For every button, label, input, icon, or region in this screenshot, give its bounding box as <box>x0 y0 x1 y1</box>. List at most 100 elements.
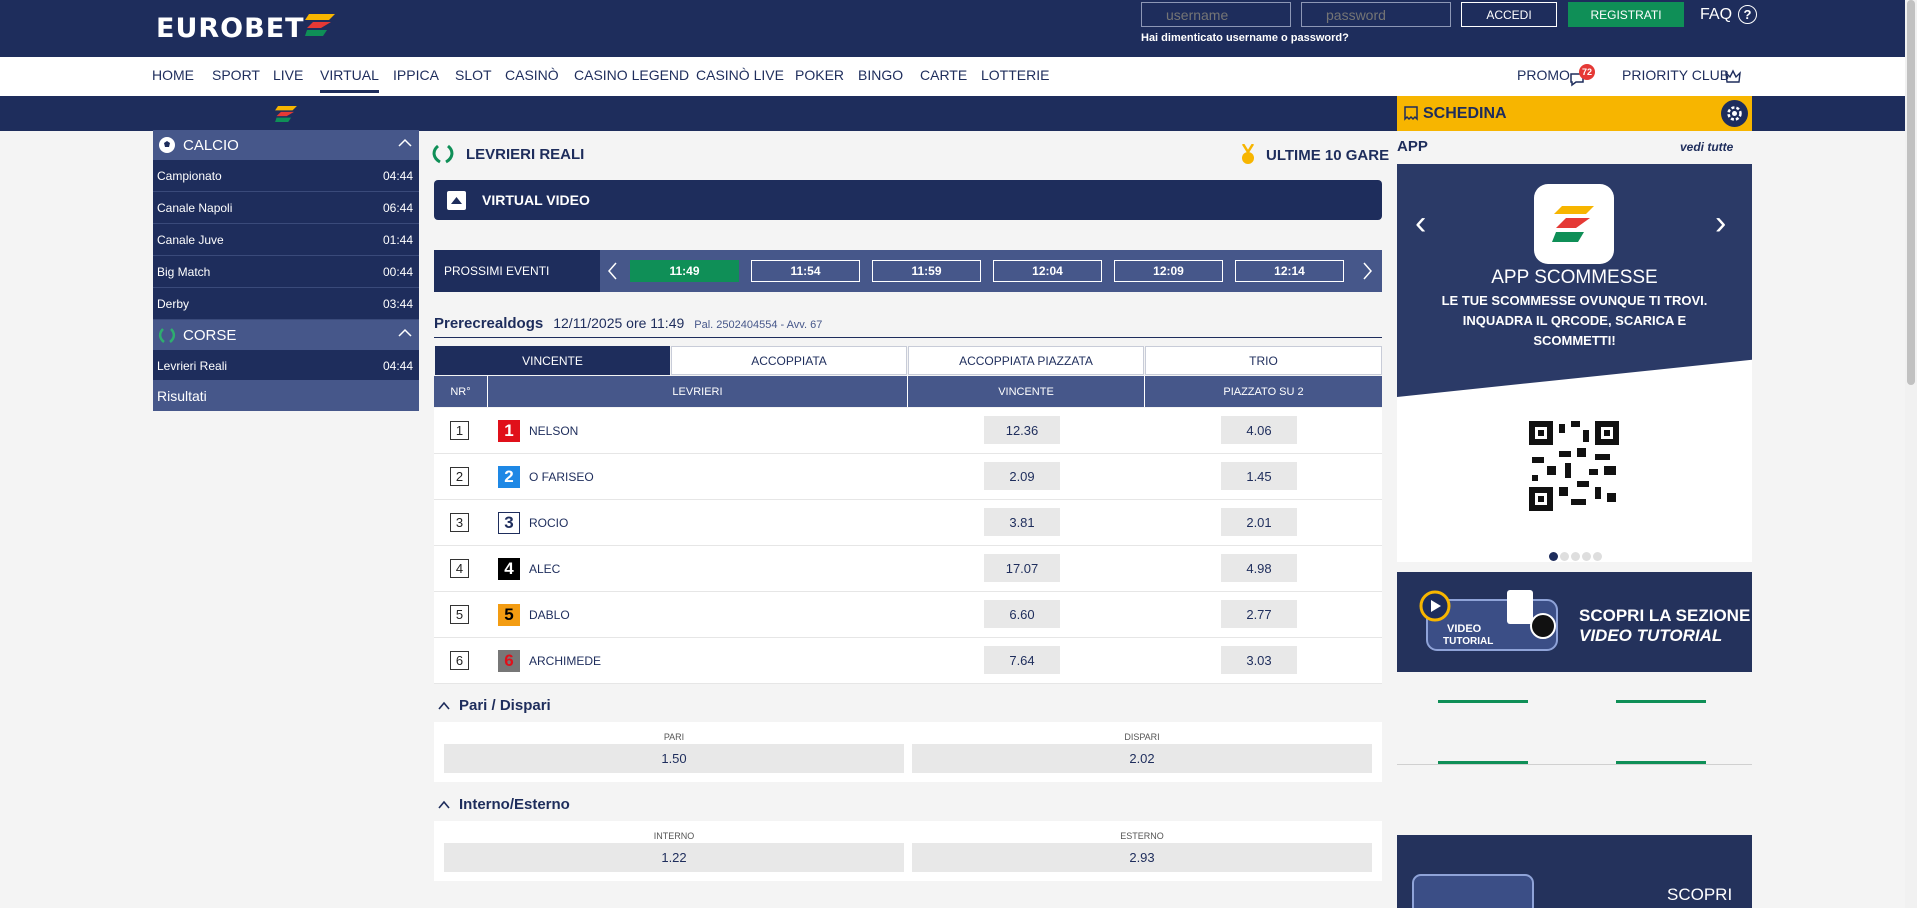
interno-label: INTERNO <box>653 831 695 841</box>
nav-slot[interactable]: SLOT <box>455 67 492 83</box>
sidebar-item-levrieri-reali[interactable]: Levrieri Reali 04:44 <box>153 350 419 382</box>
piazzato-odd-button[interactable]: 3.03 <box>1221 646 1297 674</box>
interno-esterno-market: INTERNO ESTERNO 1.22 2.93 <box>434 821 1382 881</box>
divider <box>1397 764 1752 765</box>
pari-odd-button[interactable]: 1.50 <box>444 744 904 773</box>
nav-bingo[interactable]: BINGO <box>858 67 903 83</box>
piazzato-odd-button[interactable]: 2.77 <box>1221 600 1297 628</box>
esterno-odd-button[interactable]: 2.93 <box>912 843 1372 872</box>
interno-odd-button[interactable]: 1.22 <box>444 843 904 872</box>
eurobet-logo[interactable]: EUROBET <box>156 13 335 44</box>
carousel-dot[interactable] <box>1571 552 1580 561</box>
runner-color-badge: 4 <box>498 558 520 580</box>
runner-name[interactable]: O FARISEO <box>529 470 594 484</box>
nav-sport[interactable]: SPORT <box>212 67 260 83</box>
loading-placeholder <box>1438 700 1528 703</box>
event-pal: Pal. 2502404554 - Avv. 67 <box>694 319 823 331</box>
piazzato-odd-button[interactable]: 1.45 <box>1221 462 1297 490</box>
nav-home[interactable]: HOME <box>152 67 194 83</box>
soccer-ball-icon <box>159 137 175 153</box>
column-header-piazzato: PIAZZATO SU 2 <box>1145 376 1382 407</box>
chevron-up-icon[interactable] <box>397 327 413 339</box>
carousel-dot[interactable] <box>1549 552 1558 561</box>
nav-live[interactable]: LIVE <box>273 67 303 83</box>
tab-trio[interactable]: TRIO <box>1145 346 1382 375</box>
register-button[interactable]: REGISTRATI <box>1568 2 1684 27</box>
sidebar-item-big-match[interactable]: Big Match 00:44 <box>153 256 419 288</box>
sidebar-risultati[interactable]: Risultati <box>153 380 419 411</box>
nav-lotterie[interactable]: LOTTERIE <box>981 67 1049 83</box>
nav-virtual[interactable]: VIRTUAL <box>320 67 379 93</box>
nav-ippica[interactable]: IPPICA <box>393 67 439 83</box>
page-title: LEVRIERI REALI <box>432 144 584 164</box>
runner-name[interactable]: DABLO <box>529 608 570 622</box>
event-slot[interactable]: 12:09 <box>1114 260 1223 282</box>
nav-priority-club[interactable]: PRIORITY CLUB <box>1622 67 1729 83</box>
sidebar-item-canale-juve[interactable]: Canale Juve 01:44 <box>153 224 419 256</box>
event-slot[interactable]: 11:54 <box>751 260 860 282</box>
betslip-header[interactable]: SCHEDINA <box>1397 96 1752 131</box>
tab-accoppiata-piazzata[interactable]: ACCOPPIATA PIAZZATA <box>908 346 1144 375</box>
carousel-dot[interactable] <box>1593 552 1602 561</box>
tab-vincente[interactable]: VINCENTE <box>435 346 670 375</box>
ultime-10-gare-link[interactable]: ULTIME 10 GARE <box>1240 144 1389 166</box>
carousel-prev-icon[interactable]: ‹ <box>1415 204 1426 243</box>
vedi-tutte-link[interactable]: vedi tutte <box>1680 140 1733 154</box>
vincente-odd-button[interactable]: 2.09 <box>984 462 1060 490</box>
event-slot[interactable]: 11:49 <box>630 260 739 282</box>
runner-name[interactable]: NELSON <box>529 424 578 438</box>
section-pari-dispari[interactable]: Pari / Dispari <box>437 697 551 714</box>
carousel-dot[interactable] <box>1582 552 1591 561</box>
dispari-odd-button[interactable]: 2.02 <box>912 744 1372 773</box>
nav-promo[interactable]: PROMO <box>1517 67 1570 83</box>
video-tutorial-banner[interactable]: VIDEO TUTORIAL SCOPRI LA SEZIONE VIDEO T… <box>1397 572 1752 672</box>
vincente-odd-button[interactable]: 17.07 <box>984 554 1060 582</box>
forgot-password-link[interactable]: Hai dimenticato username o password? <box>1141 32 1349 44</box>
nav-casino-live[interactable]: CASINÒ LIVE <box>696 67 784 83</box>
piazzato-odd-button[interactable]: 2.01 <box>1221 508 1297 536</box>
runner-name[interactable]: ROCIO <box>529 516 568 530</box>
sidebar-item-canale-napoli[interactable]: Canale Napoli 06:44 <box>153 192 419 224</box>
laurel-icon <box>158 328 176 343</box>
bottom-promo-banner[interactable]: SCOPRI <box>1397 835 1752 908</box>
section-interno-esterno[interactable]: Interno/Esterno <box>437 796 570 813</box>
nav-carte[interactable]: CARTE <box>920 67 967 83</box>
runner-color-badge: 6 <box>498 650 520 672</box>
settings-gear-icon[interactable] <box>1721 100 1748 127</box>
password-input[interactable] <box>1301 2 1451 27</box>
login-button[interactable]: ACCEDI <box>1461 2 1557 27</box>
help-icon: ? <box>1738 5 1758 24</box>
sidebar-section-corse[interactable]: CORSE <box>153 320 419 350</box>
faq-label: FAQ <box>1700 5 1733 23</box>
username-input[interactable] <box>1141 2 1291 27</box>
nav-poker[interactable]: POKER <box>795 67 844 83</box>
vincente-odd-button[interactable]: 12.36 <box>984 416 1060 444</box>
piazzato-odd-button[interactable]: 4.06 <box>1221 416 1297 444</box>
event-slot[interactable]: 11:59 <box>872 260 981 282</box>
sidebar-item-campionato[interactable]: Campionato 04:44 <box>153 160 419 192</box>
vincente-odd-button[interactable]: 7.64 <box>984 646 1060 674</box>
loading-placeholder <box>1616 700 1706 703</box>
sidebar-item-derby[interactable]: Derby 03:44 <box>153 288 419 320</box>
runner-name[interactable]: ARCHIMEDE <box>529 654 601 668</box>
runner-row: 2 2 O FARISEO 2.09 1.45 <box>434 454 1382 500</box>
chevron-left-icon[interactable] <box>606 261 620 281</box>
chevron-up-icon[interactable] <box>397 137 413 149</box>
tab-accoppiata[interactable]: ACCOPPIATA <box>671 346 907 375</box>
chevron-right-icon[interactable] <box>1360 261 1374 281</box>
event-slot[interactable]: 12:04 <box>993 260 1102 282</box>
chevron-up-icon <box>438 701 450 710</box>
carousel-next-icon[interactable]: › <box>1715 204 1726 243</box>
runner-name[interactable]: ALEC <box>529 562 560 576</box>
sidebar-section-calcio[interactable]: CALCIO <box>153 130 419 160</box>
vincente-odd-button[interactable]: 3.81 <box>984 508 1060 536</box>
faq-link[interactable]: FAQ ? <box>1700 5 1758 24</box>
carousel-dot[interactable] <box>1560 552 1569 561</box>
nav-casino[interactable]: CASINÒ <box>505 67 559 83</box>
virtual-video-toggle[interactable]: VIRTUAL VIDEO <box>434 180 1382 220</box>
event-slot[interactable]: 12:14 <box>1235 260 1344 282</box>
piazzato-odd-button[interactable]: 4.98 <box>1221 554 1297 582</box>
nav-casino-legend[interactable]: CASINO LEGEND <box>574 67 689 83</box>
scrollbar-thumb[interactable] <box>1907 0 1915 385</box>
vincente-odd-button[interactable]: 6.60 <box>984 600 1060 628</box>
